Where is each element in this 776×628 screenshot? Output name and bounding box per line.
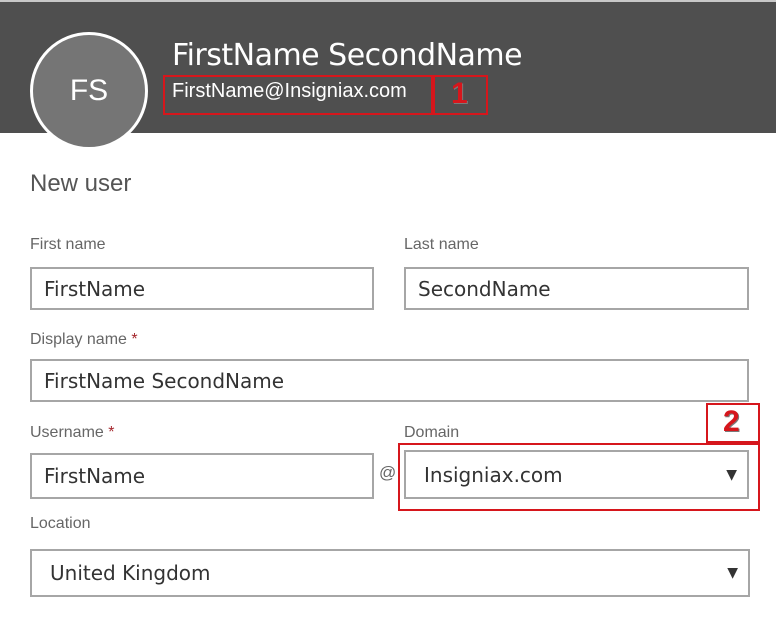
first-name-label: First name xyxy=(30,236,106,253)
location-label: Location xyxy=(30,515,91,532)
location-value: United Kingdom xyxy=(50,561,211,585)
user-display-name: FirstName SecondName xyxy=(172,38,523,73)
last-name-label: Last name xyxy=(404,236,479,253)
required-marker: * xyxy=(131,331,138,348)
last-name-value: SecondName xyxy=(418,276,551,301)
display-name-label: Display name * xyxy=(30,331,138,348)
annotation-number-1: 1 xyxy=(451,77,468,110)
username-input[interactable]: FirstName xyxy=(30,453,374,499)
avatar-initials: FS xyxy=(69,74,109,107)
username-value: FirstName xyxy=(44,464,146,488)
display-name-value: FirstName SecondName xyxy=(44,368,285,393)
location-select[interactable]: United Kingdom ▼ xyxy=(30,549,750,597)
first-name-input[interactable]: FirstName xyxy=(30,267,374,310)
annotation-number-2: 2 xyxy=(723,405,740,438)
display-name-input[interactable]: FirstName SecondName xyxy=(30,359,749,402)
domain-label: Domain xyxy=(404,424,460,441)
annotation-box-email xyxy=(163,75,433,115)
username-label: Username * xyxy=(30,424,115,441)
first-name-value: FirstName xyxy=(44,276,146,301)
chevron-down-icon: ▼ xyxy=(727,565,738,581)
annotation-box-domain xyxy=(398,443,760,511)
required-marker: * xyxy=(108,424,115,441)
last-name-input[interactable]: SecondName xyxy=(404,267,749,310)
page-title: New user xyxy=(30,170,132,197)
avatar: FS xyxy=(30,32,148,150)
at-sign: @ xyxy=(379,463,397,482)
